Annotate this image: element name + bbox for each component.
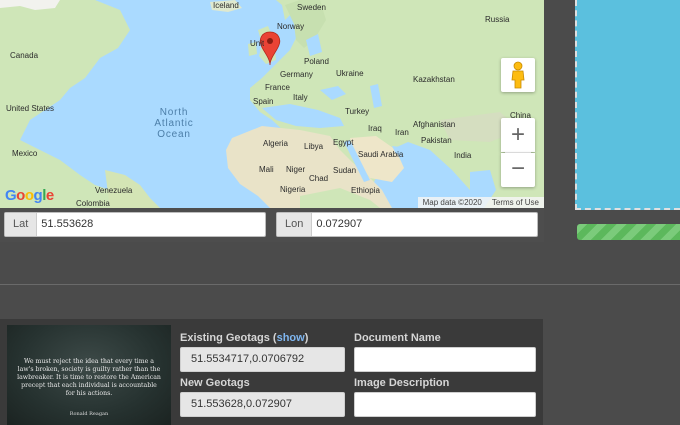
latitude-input[interactable]: 51.553628 (37, 213, 265, 236)
map-label-germany: Germany (280, 70, 313, 79)
image-thumbnail[interactable]: We must reject the idea that every time … (7, 325, 171, 425)
map-label-turkey: Turkey (345, 107, 370, 116)
map-label-ukraine: Ukraine (336, 69, 364, 78)
terms-of-use-link[interactable]: Terms of Use (492, 198, 539, 207)
image-geotag-card: We must reject the idea that every time … (0, 319, 543, 425)
map-label-poland: Poland (304, 57, 329, 66)
map-label-norway: Norway (277, 22, 305, 31)
map-label-sweden: Sweden (297, 3, 326, 12)
map-label-iceland: Iceland (213, 1, 239, 10)
section-divider (0, 284, 680, 285)
map-panel: Iceland Sweden Norway Russia Canada Unit… (0, 0, 544, 242)
image-description-input[interactable] (354, 392, 536, 417)
map-attribution: Map data ©2020 Terms of Use (417, 197, 544, 208)
latitude-label: Lat (5, 213, 38, 236)
map-label-pakistan: Pakistan (421, 136, 452, 145)
map-label-mali: Mali (259, 165, 274, 174)
map-label-canada: Canada (10, 51, 39, 60)
map-label-colombia: Colombia (76, 199, 110, 208)
map-label-chad: Chad (309, 174, 329, 183)
map-label-us: United States (6, 104, 55, 113)
map[interactable]: Iceland Sweden Norway Russia Canada Unit… (0, 0, 544, 208)
zoom-in-button[interactable]: + (501, 118, 535, 152)
map-label-venezuela: Venezuela (95, 186, 133, 195)
map-label-iraq: Iraq (368, 124, 382, 133)
map-label-ocean: North Atlantic Ocean (154, 107, 194, 140)
image-description-label: Image Description (354, 377, 450, 389)
thumbnail-quote-text: We must reject the idea that every time … (17, 358, 161, 397)
existing-geotags-label: Existing Geotags (show) (180, 332, 309, 344)
document-name-label: Document Name (354, 332, 441, 344)
map-label-france: France (265, 83, 290, 92)
map-label-russia: Russia (485, 15, 510, 24)
map-label-spain: Spain (253, 97, 274, 106)
existing-geotags-field: 51.5534717,0.0706792 (180, 347, 345, 372)
map-label-mexico: Mexico (12, 149, 38, 158)
zoom-out-button[interactable]: − (501, 153, 535, 187)
pegman-icon (511, 61, 525, 89)
thumbnail-author-text: Ronald Reagan (69, 411, 109, 417)
map-label-libya: Libya (304, 142, 324, 151)
map-data-text: Map data ©2020 (422, 198, 482, 207)
map-label-india: India (454, 151, 472, 160)
map-label-saudi-arabia: Saudi Arabia (358, 150, 404, 159)
map-label-egypt: Egypt (333, 138, 354, 147)
longitude-label: Lon (277, 213, 313, 236)
longitude-field[interactable]: Lon 0.072907 (276, 212, 538, 237)
map-label-italy: Italy (293, 93, 308, 102)
map-label-kazakhstan: Kazakhstan (413, 75, 455, 84)
new-geotags-label: New Geotags (180, 377, 250, 389)
map-label-niger: Niger (286, 165, 306, 174)
map-label-algeria: Algeria (263, 139, 288, 148)
longitude-input[interactable]: 0.072907 (312, 213, 537, 236)
map-label-afghanistan: Afghanistan (413, 120, 456, 129)
document-name-input[interactable] (354, 347, 536, 372)
show-link[interactable]: show (277, 332, 305, 344)
map-label-sudan: Sudan (333, 166, 357, 175)
google-logo: Google (5, 187, 54, 204)
map-label-nigeria: Nigeria (280, 185, 306, 194)
image-preview-dropzone[interactable] (575, 0, 680, 210)
street-view-pegman-button[interactable] (501, 58, 535, 92)
map-label-ethiopia: Ethiopia (351, 186, 380, 195)
map-label-iran: Iran (395, 128, 409, 137)
map-label-uk: United Kingdom (250, 39, 264, 48)
latitude-field[interactable]: Lat 51.553628 (4, 212, 266, 237)
new-geotags-field: 51.553628,0.072907 (180, 392, 345, 417)
upload-progress-bar (577, 224, 680, 240)
